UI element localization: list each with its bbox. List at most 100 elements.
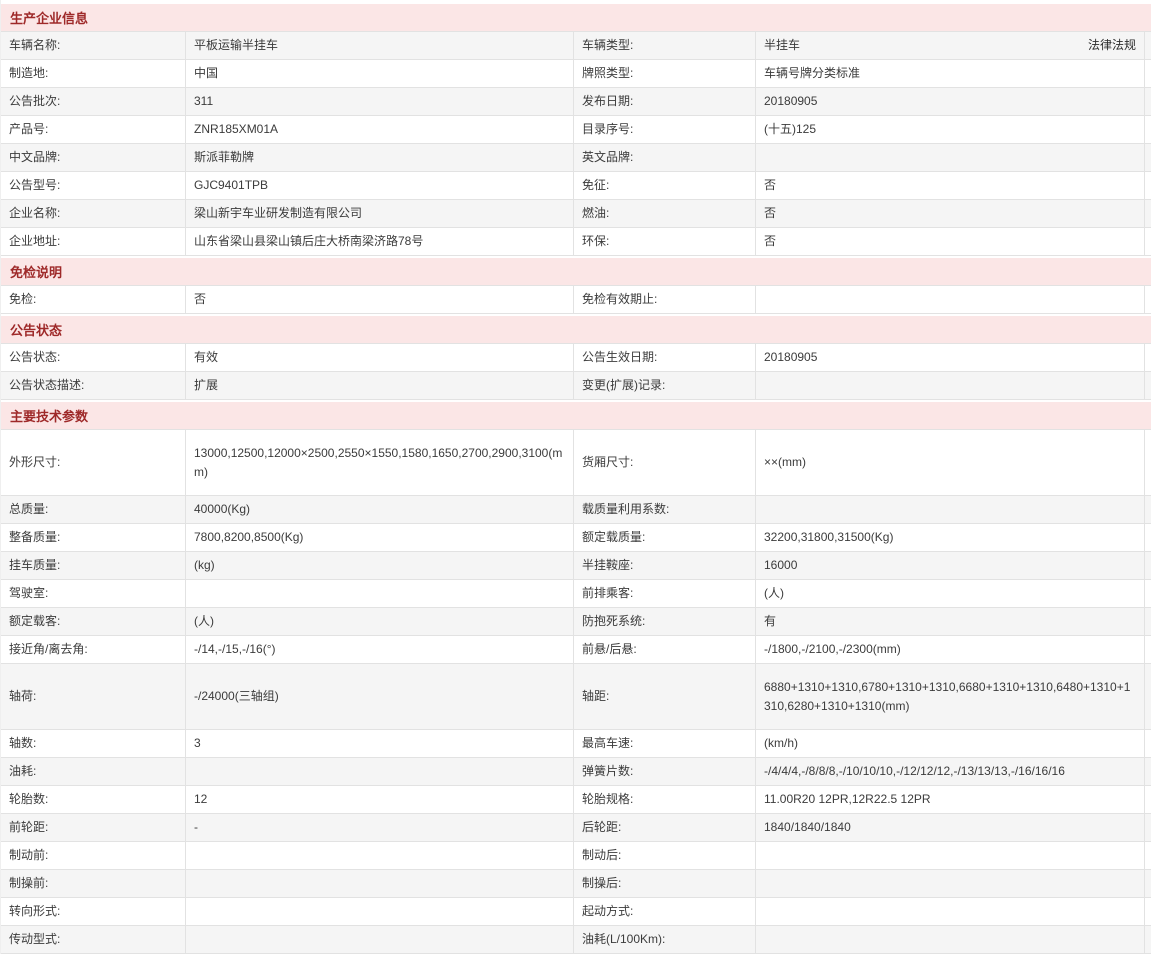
field-label: 英文品牌: — [574, 144, 756, 171]
field-value: GJC9401TPB — [186, 172, 574, 199]
field-value: 否 — [756, 228, 1145, 255]
field-value — [186, 580, 574, 607]
law-regulations-link[interactable]: 法律法规 — [1088, 36, 1136, 55]
field-value: 否 — [756, 200, 1145, 227]
field-value: 平板运输半挂车 — [186, 32, 574, 59]
field-label: 传动型式: — [1, 926, 186, 953]
field-label: 牌照类型: — [574, 60, 756, 87]
table-row: 传动型式: 油耗(L/100Km): — [1, 926, 1151, 954]
table-row: 企业地址: 山东省梁山县梁山镇后庄大桥南梁济路78号 环保: 否 — [1, 228, 1151, 256]
table-row: 制造地: 中国 牌照类型: 车辆号牌分类标准 — [1, 60, 1151, 88]
field-label: 免检有效期止: — [574, 286, 756, 313]
table-row: 油耗: 弹簧片数: -/4/4/4,-/8/8/8,-/10/10/10,-/1… — [1, 758, 1151, 786]
field-value: ZNR185XM01A — [186, 116, 574, 143]
field-label: 半挂鞍座: — [574, 552, 756, 579]
field-value: (人) — [186, 608, 574, 635]
field-value — [186, 758, 574, 785]
table-row: 总质量: 40000(Kg) 载质量利用系数: — [1, 496, 1151, 524]
field-value: 3 — [186, 730, 574, 757]
field-value: -/24000(三轴组) — [186, 664, 574, 729]
field-label: 公告状态描述: — [1, 372, 186, 399]
field-label: 轴距: — [574, 664, 756, 729]
field-value: 7800,8200,8500(Kg) — [186, 524, 574, 551]
field-value: 32200,31800,31500(Kg) — [756, 524, 1145, 551]
field-value: 6880+1310+1310,6780+1310+1310,6680+1310+… — [756, 664, 1145, 729]
field-value: 13000,12500,12000×2500,2550×1550,1580,16… — [186, 430, 574, 495]
field-label: 企业名称: — [1, 200, 186, 227]
field-value — [756, 286, 1145, 313]
section-header-manufacturer-info: 生产企业信息 — [1, 4, 1151, 31]
table-row: 公告批次: 311 发布日期: 20180905 — [1, 88, 1151, 116]
field-value: -/1800,-/2100,-/2300(mm) — [756, 636, 1145, 663]
table-row: 转向形式: 起动方式: — [1, 898, 1151, 926]
table-row: 制操前: 制操后: — [1, 870, 1151, 898]
field-value: 12 — [186, 786, 574, 813]
field-label: 变更(扩展)记录: — [574, 372, 756, 399]
field-label: 车辆名称: — [1, 32, 186, 59]
field-value: 半挂车 法律法规 — [756, 32, 1145, 59]
field-value — [756, 372, 1145, 399]
field-label: 最高车速: — [574, 730, 756, 757]
field-value — [186, 926, 574, 953]
field-label: 前悬/后悬: — [574, 636, 756, 663]
table-row: 公告型号: GJC9401TPB 免征: 否 — [1, 172, 1151, 200]
field-label: 公告状态: — [1, 344, 186, 371]
table-row: 轮胎数: 12 轮胎规格: 11.00R20 12PR,12R22.5 12PR — [1, 786, 1151, 814]
field-value: 斯派菲勒牌 — [186, 144, 574, 171]
table-row: 外形尺寸: 13000,12500,12000×2500,2550×1550,1… — [1, 430, 1151, 496]
field-value: 中国 — [186, 60, 574, 87]
field-label: 防抱死系统: — [574, 608, 756, 635]
table-row: 制动前: 制动后: — [1, 842, 1151, 870]
field-label: 额定载客: — [1, 608, 186, 635]
field-label: 挂车质量: — [1, 552, 186, 579]
field-value: (人) — [756, 580, 1145, 607]
field-label: 公告生效日期: — [574, 344, 756, 371]
table-row: 整备质量: 7800,8200,8500(Kg) 额定载质量: 32200,31… — [1, 524, 1151, 552]
table-row: 企业名称: 梁山新宇车业研发制造有限公司 燃油: 否 — [1, 200, 1151, 228]
field-value: 扩展 — [186, 372, 574, 399]
table-row: 前轮距: - 后轮距: 1840/1840/1840 — [1, 814, 1151, 842]
section-title: 主要技术参数 — [10, 406, 88, 425]
field-value: 16000 — [756, 552, 1145, 579]
field-value — [756, 496, 1145, 523]
table-row: 轴数: 3 最高车速: (km/h) — [1, 730, 1151, 758]
field-label: 公告型号: — [1, 172, 186, 199]
section-announcement-status: 公告状态: 有效 公告生效日期: 20180905 公告状态描述: 扩展 变更(… — [1, 343, 1151, 400]
field-value: - — [186, 814, 574, 841]
field-value — [756, 870, 1145, 897]
field-label: 额定载质量: — [574, 524, 756, 551]
field-value: -/14,-/15,-/16(°) — [186, 636, 574, 663]
section-title: 公告状态 — [10, 320, 62, 339]
field-label: 载质量利用系数: — [574, 496, 756, 523]
field-value: 有效 — [186, 344, 574, 371]
field-value: (十五)125 — [756, 116, 1145, 143]
field-value — [186, 870, 574, 897]
field-value: 有 — [756, 608, 1145, 635]
table-row: 公告状态描述: 扩展 变更(扩展)记录: — [1, 372, 1151, 400]
field-value: (kg) — [186, 552, 574, 579]
field-value: -/4/4/4,-/8/8/8,-/10/10/10,-/12/12/12,-/… — [756, 758, 1145, 785]
field-value: 否 — [186, 286, 574, 313]
field-value: 311 — [186, 88, 574, 115]
table-row: 公告状态: 有效 公告生效日期: 20180905 — [1, 344, 1151, 372]
table-row: 挂车质量: (kg) 半挂鞍座: 16000 — [1, 552, 1151, 580]
section-header-announcement-status: 公告状态 — [1, 316, 1151, 343]
section-title: 生产企业信息 — [10, 8, 88, 27]
field-label: 前排乘客: — [574, 580, 756, 607]
field-label: 制动后: — [574, 842, 756, 869]
field-value: ××(mm) — [756, 430, 1145, 495]
field-value: 11.00R20 12PR,12R22.5 12PR — [756, 786, 1145, 813]
field-label: 驾驶室: — [1, 580, 186, 607]
field-label: 外形尺寸: — [1, 430, 186, 495]
vehicle-info-table: 生产企业信息 车辆名称: 平板运输半挂车 车辆类型: 半挂车 法律法规 制造地:… — [0, 0, 1151, 954]
field-label: 产品号: — [1, 116, 186, 143]
table-row: 中文品牌: 斯派菲勒牌 英文品牌: — [1, 144, 1151, 172]
field-value: 梁山新宇车业研发制造有限公司 — [186, 200, 574, 227]
section-header-exemption-info: 免检说明 — [1, 258, 1151, 285]
field-value: 山东省梁山县梁山镇后庄大桥南梁济路78号 — [186, 228, 574, 255]
table-row: 额定载客: (人) 防抱死系统: 有 — [1, 608, 1151, 636]
field-label: 企业地址: — [1, 228, 186, 255]
section-manufacturer-info: 车辆名称: 平板运输半挂车 车辆类型: 半挂车 法律法规 制造地: 中国 牌照类… — [1, 31, 1151, 256]
field-label: 弹簧片数: — [574, 758, 756, 785]
field-label: 公告批次: — [1, 88, 186, 115]
